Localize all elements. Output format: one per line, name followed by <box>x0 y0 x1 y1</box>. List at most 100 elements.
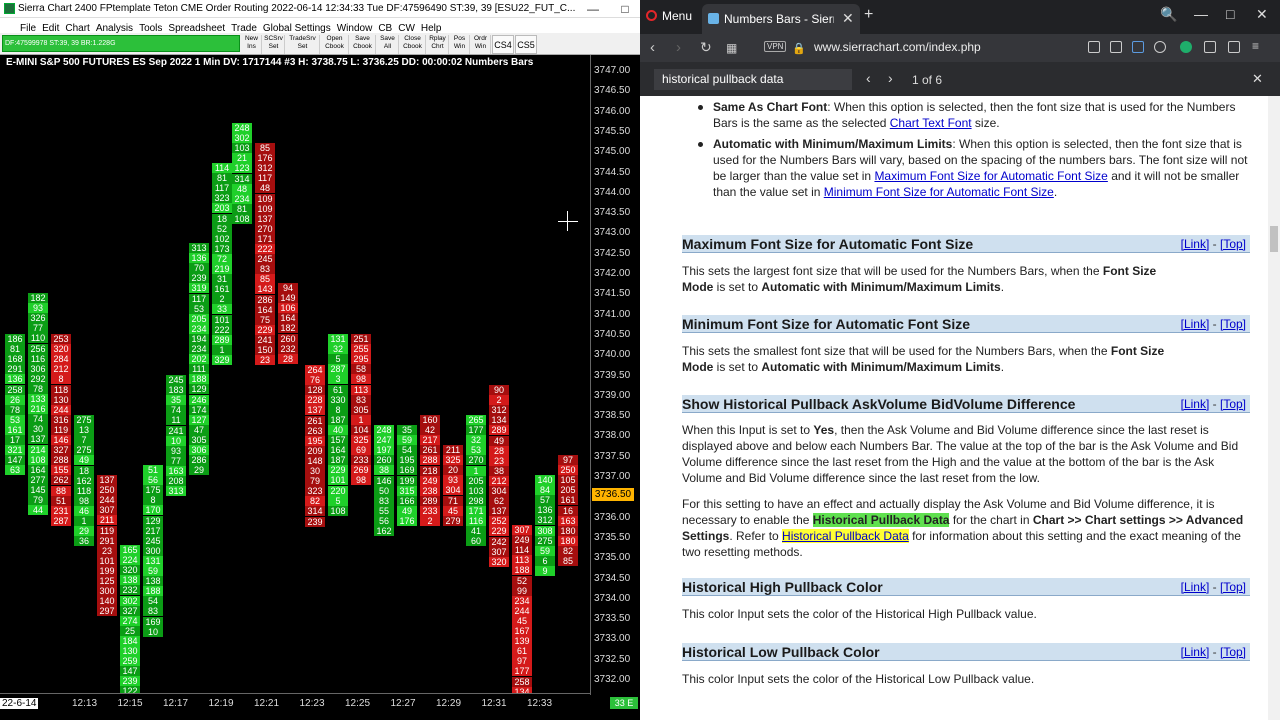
section-link[interactable]: [Link] <box>1181 237 1210 251</box>
toolbar-tradesrv-set[interactable]: TradeSrv Set <box>286 35 320 54</box>
numbers-bar-cell: 60 <box>466 536 486 547</box>
price-axis[interactable]: 3747.00 3746.50 3746.00 3745.50 3745.00 3744.… <box>590 55 640 695</box>
numbers-bar-cell: 42 <box>420 425 440 436</box>
chartbook-cs5-tab[interactable]: CS5 <box>515 35 537 54</box>
section-top-link[interactable]: [Top] <box>1220 317 1246 331</box>
section-text-low-pullback-color: This color Input sets the color of the H… <box>682 672 1035 686</box>
close-window-button[interactable]: ✕ <box>1256 6 1268 23</box>
numbers-bar-cell: 117 <box>255 173 275 184</box>
toolbar-label: SCSrv <box>264 35 283 42</box>
scrollbar-thumb[interactable] <box>1270 226 1278 252</box>
section-top-link[interactable]: [Top] <box>1220 580 1246 594</box>
time-axis[interactable]: 22-6-14 12:13 12:15 12:17 12:19 12:21 12:23 12… <box>0 693 590 720</box>
section-link[interactable]: [Link] <box>1181 317 1210 331</box>
numbers-bar-cell: 25 <box>120 625 140 636</box>
url-field[interactable]: www.sierrachart.com/index.php <box>814 40 981 54</box>
tabs-grid-icon[interactable]: ▦ <box>726 41 737 55</box>
shield-icon[interactable] <box>1132 41 1144 53</box>
section-link[interactable]: [Link] <box>1181 580 1210 594</box>
option-text: . <box>1053 185 1058 199</box>
toolbar-save-cbook[interactable]: Save Cbook <box>350 35 376 54</box>
back-icon[interactable]: ‹ <box>650 39 655 56</box>
numbers-bar-cell: 48 <box>255 183 275 194</box>
numbers-bar-cell: 78 <box>28 383 48 394</box>
price-axis-label: 3738.50 <box>594 410 631 422</box>
max-font-size-link[interactable]: Maximum Font Size for Automatic Font Siz… <box>874 169 1107 183</box>
toolbar-label: Ins <box>247 43 256 50</box>
edit-icon[interactable] <box>1088 41 1100 53</box>
minimize-button[interactable]: — <box>1194 6 1208 22</box>
price-axis-label: 3738.00 <box>594 430 631 442</box>
numbers-bar-cell: 41 <box>466 526 486 537</box>
numbers-bar-cell: 55 <box>374 505 394 516</box>
new-tab-button[interactable]: + <box>864 6 873 24</box>
section-text-max-font: This sets the largest font size that wil… <box>682 263 1182 295</box>
find-next-icon[interactable]: › <box>888 70 893 86</box>
page-scrollbar[interactable] <box>1268 96 1280 720</box>
download-icon[interactable] <box>1228 41 1240 53</box>
extensions-icon[interactable] <box>1204 41 1216 53</box>
minimize-button[interactable]: — <box>580 1 606 17</box>
numbers-bar-cell: 222 <box>212 324 232 335</box>
numbers-bars-chart[interactable]: E-MINI S&P 500 FUTURES ES Sep 2022 1 Min… <box>0 55 640 720</box>
numbers-bar-cell: 26 <box>5 394 25 405</box>
numbers-bar-cell: 75 <box>255 314 275 325</box>
toolbar-close-cbook[interactable]: Close Cbook <box>400 35 426 54</box>
toolbar-new-ins[interactable]: New Ins <box>242 35 262 54</box>
min-font-size-link[interactable]: Minimum Font Size for Automatic Font Siz… <box>824 185 1054 199</box>
reload-icon[interactable]: ↻ <box>700 39 712 56</box>
toolbar-scsrv-set[interactable]: SCSrv Set <box>263 35 285 54</box>
numbers-bar-cell: 9 <box>535 565 555 576</box>
find-close-icon[interactable]: ✕ <box>1252 71 1263 87</box>
chartbook-cs4-tab[interactable]: CS4 <box>492 35 514 54</box>
numbers-bar-cell: 59 <box>535 545 555 556</box>
search-tabs-icon[interactable]: 🔍 <box>1160 6 1177 23</box>
toolbar-pos-win[interactable]: Pos Win <box>450 35 470 54</box>
price-axis-label: 3733.50 <box>594 613 631 625</box>
toolbar-rplay-chrt[interactable]: Rplay Chrt <box>427 35 449 54</box>
numbers-bar-cell: 136 <box>5 374 25 385</box>
numbers-bar-cell: 53 <box>5 414 25 425</box>
maximize-button[interactable]: □ <box>1226 6 1234 22</box>
numbers-bar-cell: 270 <box>466 455 486 466</box>
section-link[interactable]: [Link] <box>1181 397 1210 411</box>
price-axis-label: 3747.00 <box>594 65 631 76</box>
numbers-bar-cell: 171 <box>255 233 275 244</box>
section-top-link[interactable]: [Top] <box>1220 397 1246 411</box>
section-top-link[interactable]: [Top] <box>1220 237 1246 251</box>
profile-icon[interactable] <box>1180 41 1192 53</box>
maximize-button[interactable]: □ <box>612 1 638 17</box>
toolbar-label: TradeSrv <box>289 35 316 42</box>
numbers-bar-cell: 78 <box>5 404 25 415</box>
toolbar-ordr-win[interactable]: Ordr Win <box>471 35 491 54</box>
numbers-bar-cell: 1 <box>466 465 486 476</box>
more-options-icon[interactable]: ≡ <box>1252 39 1264 53</box>
toolbar-open-cbook[interactable]: Open Cbook <box>321 35 349 54</box>
snapshot-icon[interactable] <box>1110 41 1122 53</box>
numbers-bar-cell: 85 <box>255 143 275 153</box>
numbers-bar-cell: 97 <box>512 656 532 667</box>
numbers-bar-cell: 119 <box>51 424 71 435</box>
forward-icon[interactable]: › <box>676 39 681 56</box>
tab-close-icon[interactable]: ✕ <box>842 10 854 27</box>
numbers-bar-cell: 275 <box>535 535 555 546</box>
numbers-bar-cell: 312 <box>255 163 275 174</box>
vpn-badge[interactable]: VPN <box>764 41 787 52</box>
numbers-bar-cell: 175 <box>143 485 163 496</box>
find-input[interactable]: historical pullback data <box>654 69 852 90</box>
section-top-link[interactable]: [Top] <box>1220 645 1246 659</box>
historical-pullback-data-link[interactable]: Historical Pullback Data <box>782 529 909 543</box>
opera-menu-button[interactable]: Menu <box>646 9 692 23</box>
option-text: size. <box>971 116 1000 130</box>
numbers-bar-cell: 17 <box>5 435 25 445</box>
numbers-bar-cell: 32 <box>328 344 348 355</box>
numbers-bar-cell: 199 <box>397 475 417 486</box>
section-link[interactable]: [Link] <box>1181 645 1210 659</box>
chart-text-font-link[interactable]: Chart Text Font <box>890 116 972 130</box>
find-previous-icon[interactable]: ‹ <box>866 70 871 86</box>
toolbar-save-all[interactable]: Save All <box>377 35 399 54</box>
heart-icon[interactable] <box>1154 41 1166 53</box>
numbers-bar-cell: 94 <box>278 283 298 293</box>
numbers-bar-cell: 127 <box>189 414 209 425</box>
browser-tab[interactable]: Numbers Bars - Sierra C ✕ <box>702 4 860 34</box>
